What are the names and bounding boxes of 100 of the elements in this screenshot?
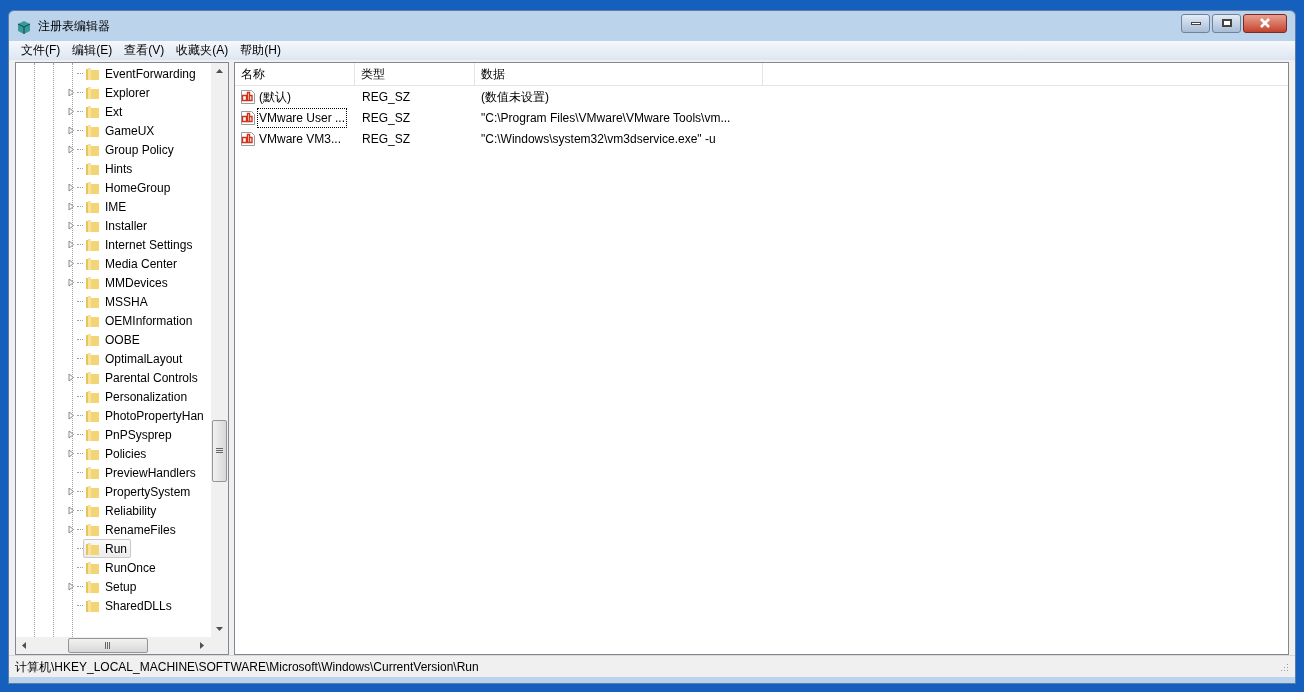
folder-icon xyxy=(85,427,100,442)
horizontal-scrollbar[interactable] xyxy=(16,637,228,654)
tree-item[interactable]: Setup xyxy=(83,577,141,596)
status-bar-path: 计算机\HKEY_LOCAL_MACHINE\SOFTWARE\Microsoft\Windows\CurrentVersion\Run xyxy=(15,658,479,676)
folder-icon xyxy=(85,275,100,290)
scrollbar-thumb[interactable] xyxy=(212,420,227,482)
registry-icon xyxy=(16,18,32,34)
expand-arrow-icon[interactable] xyxy=(68,411,75,420)
minimize-button[interactable] xyxy=(1181,13,1210,33)
expand-arrow-icon[interactable] xyxy=(68,183,75,192)
tree-item[interactable]: Installer xyxy=(83,216,152,235)
expand-arrow-icon[interactable] xyxy=(68,373,75,382)
folder-icon xyxy=(85,123,100,138)
value-data: "C:\Windows\system32\vm3dservice.exe" -u xyxy=(480,130,717,148)
menu-item[interactable]: 文件(F) xyxy=(15,41,67,60)
tree-item[interactable]: Media Center xyxy=(83,254,182,273)
string-value-icon xyxy=(240,88,256,105)
expand-arrow-icon[interactable] xyxy=(68,430,75,439)
value-row[interactable]: VMware User ... REG_SZ "C:\Program Files\VMware\VMware Tools\vm... xyxy=(235,107,1288,128)
scroll-right-button[interactable] xyxy=(199,642,206,649)
folder-icon xyxy=(85,541,100,556)
tree-item[interactable]: Reliability xyxy=(83,501,161,520)
folder-icon xyxy=(85,161,100,176)
value-row[interactable]: VMware VM3... REG_SZ "C:\Windows\system32\vm3dservice.exe" -u xyxy=(235,128,1288,149)
close-icon xyxy=(1259,18,1271,28)
expand-arrow-icon[interactable] xyxy=(68,202,75,211)
tree-item[interactable]: Run xyxy=(83,539,131,558)
grip-icon xyxy=(104,642,112,649)
tree-item[interactable]: PropertySystem xyxy=(83,482,195,501)
expand-arrow-icon[interactable] xyxy=(68,88,75,97)
folder-icon xyxy=(85,66,100,81)
tree-item[interactable]: OEMInformation xyxy=(83,311,197,330)
folder-icon xyxy=(85,408,100,423)
tree-item[interactable]: IME xyxy=(83,197,131,216)
expand-arrow-icon[interactable] xyxy=(68,259,75,268)
value-name: VMware VM3... xyxy=(258,130,343,148)
folder-icon xyxy=(85,104,100,119)
folder-icon xyxy=(85,142,100,157)
tree-item[interactable]: MSSHA xyxy=(83,292,152,311)
folder-icon xyxy=(85,503,100,518)
folder-icon xyxy=(85,446,100,461)
folder-icon xyxy=(85,313,100,328)
tree-item[interactable]: EventForwarding xyxy=(83,64,200,83)
column-header[interactable]: 名称 xyxy=(235,63,355,85)
tree-item[interactable]: MMDevices xyxy=(83,273,172,292)
expand-arrow-icon[interactable] xyxy=(68,240,75,249)
folder-icon xyxy=(85,351,100,366)
close-button[interactable] xyxy=(1243,13,1287,33)
tree-item[interactable]: Internet Settings xyxy=(83,235,197,254)
scroll-up-button[interactable] xyxy=(216,68,223,75)
tree-item[interactable]: Hints xyxy=(83,159,137,178)
tree-item[interactable]: Ext xyxy=(83,102,127,121)
tree-item[interactable]: OptimalLayout xyxy=(83,349,187,368)
menu-item[interactable]: 收藏夹(A) xyxy=(170,41,235,60)
menu-item[interactable]: 帮助(H) xyxy=(234,41,287,60)
scrollbar-thumb[interactable] xyxy=(68,638,148,653)
folder-icon xyxy=(85,294,100,309)
expand-arrow-icon[interactable] xyxy=(68,221,75,230)
tree-item[interactable]: PnPSysprep xyxy=(83,425,176,444)
expand-arrow-icon[interactable] xyxy=(68,126,75,135)
expand-arrow-icon[interactable] xyxy=(68,278,75,287)
value-name: (默认) xyxy=(258,88,292,106)
tree-item[interactable]: HomeGroup xyxy=(83,178,175,197)
folder-icon xyxy=(85,199,100,214)
expand-arrow-icon[interactable] xyxy=(68,525,75,534)
tree-item[interactable]: RunOnce xyxy=(83,558,160,577)
value-row[interactable]: (默认) REG_SZ (数值未设置) xyxy=(235,86,1288,107)
folder-icon xyxy=(85,237,100,252)
menu-item[interactable]: 编辑(E) xyxy=(66,41,119,60)
maximize-button[interactable] xyxy=(1212,13,1241,33)
column-header[interactable]: 类型 xyxy=(355,63,475,85)
expand-arrow-icon[interactable] xyxy=(68,487,75,496)
tree-item[interactable]: OOBE xyxy=(83,330,144,349)
vertical-scrollbar[interactable] xyxy=(211,63,228,637)
expand-arrow-icon[interactable] xyxy=(68,506,75,515)
scroll-left-button[interactable] xyxy=(21,642,28,649)
tree-item[interactable]: Policies xyxy=(83,444,151,463)
tree-item[interactable]: PhotoPropertyHan xyxy=(83,406,208,425)
expand-arrow-icon[interactable] xyxy=(68,582,75,591)
value-data: (数值未设置) xyxy=(480,88,550,106)
tree-item[interactable]: PreviewHandlers xyxy=(83,463,200,482)
tree-item[interactable]: GameUX xyxy=(83,121,159,140)
column-header[interactable]: 数据 xyxy=(475,63,763,85)
folder-icon xyxy=(85,579,100,594)
menu-item[interactable]: 查看(V) xyxy=(118,41,171,60)
resize-grip-icon[interactable] xyxy=(1279,661,1289,672)
tree-item[interactable]: Personalization xyxy=(83,387,192,406)
expand-arrow-icon[interactable] xyxy=(68,145,75,154)
folder-icon xyxy=(85,370,100,385)
string-value-icon xyxy=(240,109,256,126)
expand-arrow-icon[interactable] xyxy=(68,449,75,458)
folder-icon xyxy=(85,484,100,499)
tree-item[interactable]: RenameFiles xyxy=(83,520,180,539)
scroll-down-button[interactable] xyxy=(216,625,223,632)
tree-item[interactable]: SharedDLLs xyxy=(83,596,176,615)
tree-item[interactable]: Explorer xyxy=(83,83,154,102)
value-name: VMware User ... xyxy=(257,107,347,128)
tree-item[interactable]: Group Policy xyxy=(83,140,178,159)
tree-item[interactable]: Parental Controls xyxy=(83,368,202,387)
expand-arrow-icon[interactable] xyxy=(68,107,75,116)
